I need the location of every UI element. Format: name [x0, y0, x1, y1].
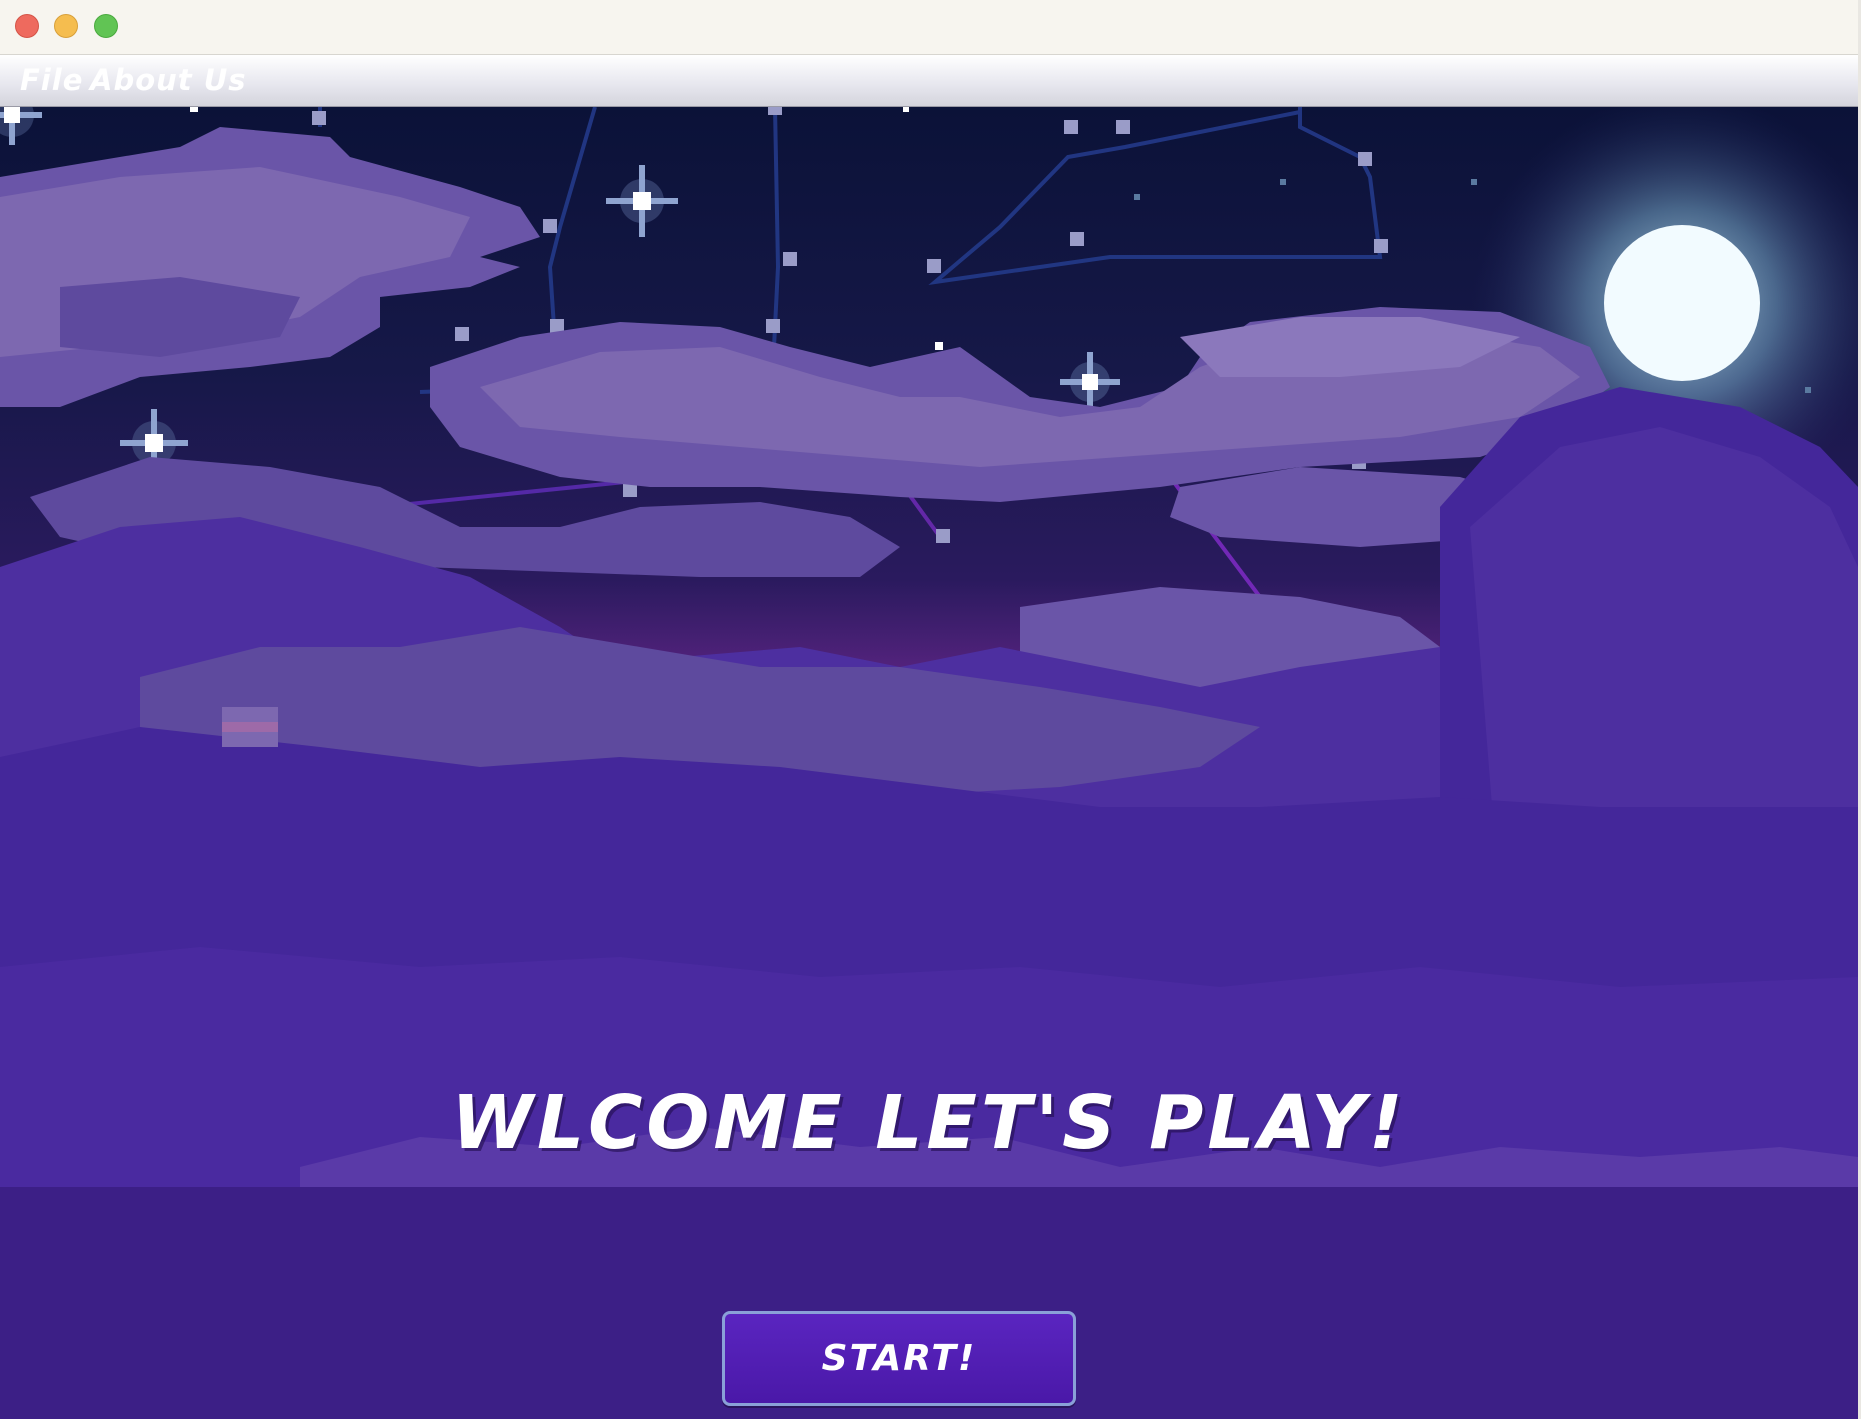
- maximize-window-button[interactable]: [94, 14, 118, 38]
- minimize-window-button[interactable]: [54, 14, 78, 38]
- window-titlebar: [0, 0, 1861, 55]
- night-sky-illustration: [0, 107, 1858, 1419]
- menu-bar: File About Us: [0, 55, 1858, 108]
- menu-file[interactable]: File: [20, 63, 83, 97]
- start-button[interactable]: START!: [722, 1311, 1076, 1406]
- welcome-title: WLCOME LET'S PLAY!: [451, 1080, 1407, 1166]
- menu-about-us[interactable]: About Us: [90, 63, 247, 97]
- night-sky-background: [0, 107, 1858, 1419]
- game-window: File About Us WLCOME LET'S PLAY! START!: [0, 0, 1861, 1419]
- close-window-button[interactable]: [15, 14, 39, 38]
- small-cloud-figure: [222, 707, 278, 747]
- moon: [1604, 225, 1760, 381]
